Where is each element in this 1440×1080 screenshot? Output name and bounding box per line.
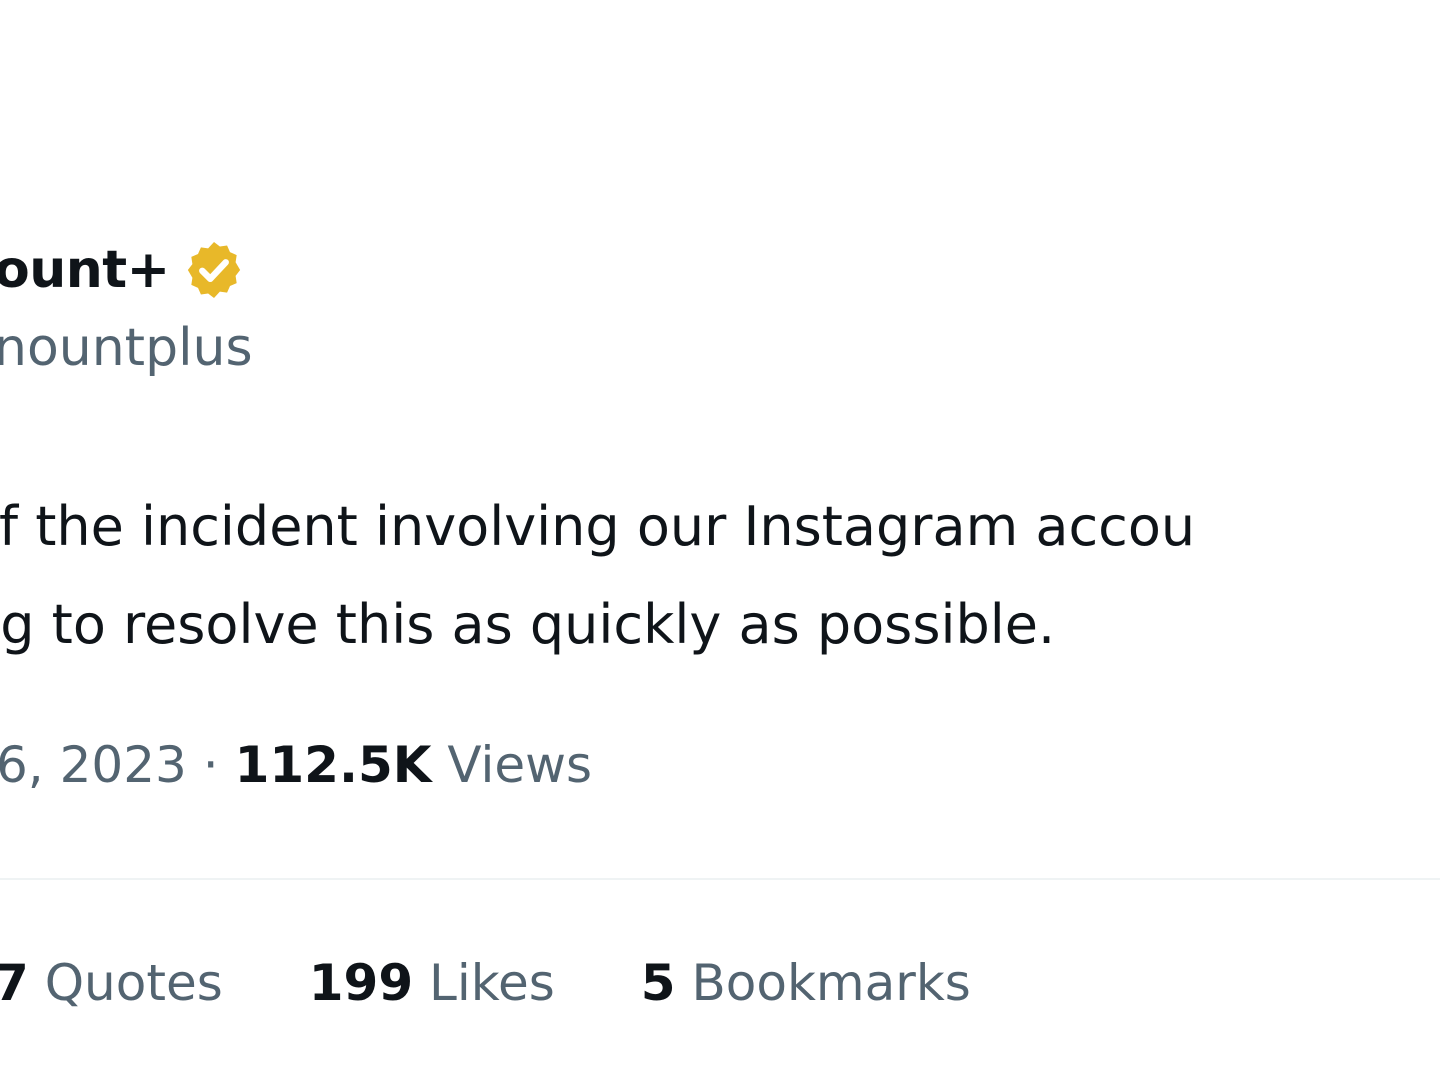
stat-label: Likes bbox=[429, 954, 555, 1012]
tweet-text-line: of the incident involving our Instagram … bbox=[0, 495, 1196, 558]
stat-likes[interactable]: 199 Likes bbox=[309, 958, 555, 1008]
engagement-stats: 7 Quotes 199 Likes 5 Bookmarks bbox=[0, 958, 1057, 1008]
tweet-text-line: ng to resolve this as quickly as possibl… bbox=[0, 593, 1056, 656]
verified-badge-icon bbox=[187, 242, 240, 298]
stat-count: 5 bbox=[640, 954, 676, 1012]
stat-quotes[interactable]: 7 Quotes bbox=[0, 958, 223, 1008]
stat-bookmarks[interactable]: 5 Bookmarks bbox=[641, 958, 971, 1008]
display-name-row: ount+ bbox=[0, 232, 246, 308]
author-display-name[interactable]: ount+ bbox=[0, 244, 170, 296]
tweet-page: t ount+ nountplus of the incident involv… bbox=[0, 0, 1440, 1080]
tweet-text: of the incident involving our Instagram … bbox=[0, 478, 1195, 674]
divider bbox=[0, 878, 1440, 880]
meta-separator: · bbox=[202, 736, 219, 794]
author-block[interactable]: ount+ bbox=[0, 232, 246, 308]
stat-label: Quotes bbox=[44, 954, 223, 1012]
views-label: Views bbox=[447, 736, 593, 794]
tweet-meta: 6, 2023 · 112.5K Views bbox=[0, 740, 592, 790]
stat-count: 7 bbox=[0, 954, 29, 1012]
stat-label: Bookmarks bbox=[691, 954, 971, 1012]
tweet-date[interactable]: 6, 2023 bbox=[0, 736, 187, 794]
stat-count: 199 bbox=[308, 954, 414, 1012]
views-count: 112.5K bbox=[234, 736, 432, 794]
author-handle[interactable]: nountplus bbox=[0, 322, 253, 374]
